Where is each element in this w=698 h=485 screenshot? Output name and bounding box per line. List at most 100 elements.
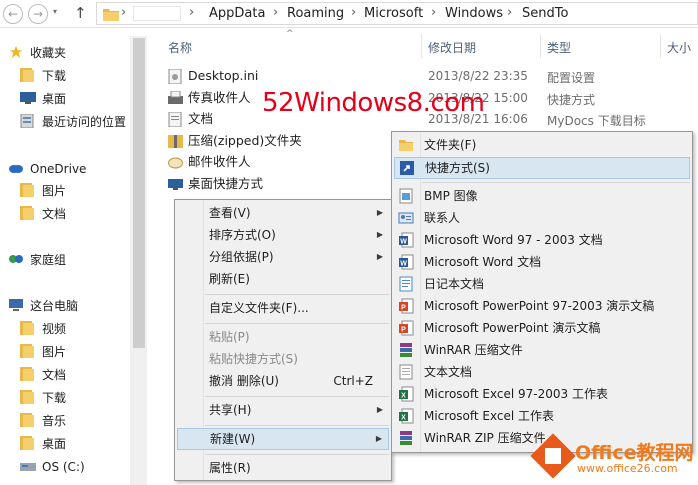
nav-homegroup[interactable]: 家庭组 [8,250,66,270]
forward-button[interactable]: → [28,4,48,24]
menu-item-share[interactable]: 共享(H) ▶ [177,399,389,421]
breadcrumb-separator: › [351,5,357,20]
submenu-arrow-icon: ▶ [376,230,383,239]
nav-item-label: 视频 [42,322,67,336]
menu-item-paste-shortcut[interactable]: 粘贴快捷方式(S) [177,348,389,370]
nav-this-pc[interactable]: 这台电脑 [8,296,78,316]
nav-music[interactable]: 音乐 [20,411,66,431]
submenu-item-powerpoint-97[interactable]: P Microsoft PowerPoint 97-2003 演示文稿 [394,295,690,317]
homegroup-icon [9,255,23,263]
column-header-name[interactable]: 名称 [168,39,192,56]
submenu-item-contact[interactable]: 联系人 [394,207,690,229]
column-header-type[interactable]: 类型 [547,39,571,56]
navigation-scrollbar-thumb[interactable] [133,38,145,348]
powerpoint-icon: P [399,320,414,336]
winrar-zip-icon [400,431,412,445]
folder-icon [20,321,34,335]
column-divider[interactable] [421,34,422,58]
nav-onedrive-pictures[interactable]: 图片 [20,181,66,201]
breadcrumb-windows[interactable]: Windows [445,6,503,21]
column-header-date[interactable]: 修改日期 [428,39,476,56]
menu-separator [205,323,389,324]
menu-item-label: 新建(W) [210,432,256,446]
nav-pictures[interactable]: 图片 [20,342,66,362]
submenu-item-label: 文件夹(F) [424,138,477,152]
submenu-item-bmp[interactable]: BMP 图像 [394,185,690,207]
menu-item-sort-by[interactable]: 排序方式(O) ▶ [177,224,389,246]
submenu-item-winrar[interactable]: WinRAR 压缩文件 [394,339,690,361]
up-button[interactable]: ↑ [74,4,87,22]
svg-text:P: P [401,305,406,312]
menu-item-customize-folder[interactable]: 自定义文件夹(F)... [177,297,389,319]
nav-item-label: 图片 [42,184,67,198]
back-button[interactable]: ← [3,4,23,24]
submenu-item-excel-97[interactable]: X Microsoft Excel 97-2003 工作表 [394,383,690,405]
breadcrumb-roaming[interactable]: Roaming [287,6,344,21]
submenu-arrow-icon: ▶ [376,252,383,261]
menu-item-new[interactable]: 新建(W) ▶ [177,428,389,450]
menu-separator [205,425,389,426]
mail-icon [168,157,183,169]
svg-text:P: P [401,327,406,334]
menu-item-label: 撤消 删除(U) [209,374,279,388]
nav-recent-places[interactable]: 最近访问的位置 [20,112,126,132]
navigation-pane: 收藏夹 下载 桌面 最近访问的位置 OneDrive 图片 文档 家庭组 这台电… [0,34,148,485]
nav-downloads[interactable]: 下载 [20,66,66,86]
nav-item-label: OneDrive [30,162,87,176]
submenu-item-word-97[interactable]: W Microsoft Word 97 - 2003 文档 [394,229,690,251]
submenu-item-word[interactable]: W Microsoft Word 文档 [394,251,690,273]
breadcrumb-sendto[interactable]: SendTo [522,6,568,21]
submenu-item-journal[interactable]: 日记本文档 [394,273,690,295]
file-name: 邮件收件人 [188,154,251,169]
folder-icon [20,413,34,427]
nav-pc-downloads[interactable]: 下载 [20,388,66,408]
nav-onedrive-documents[interactable]: 文档 [20,204,66,224]
nav-item-label: 家庭组 [30,253,67,267]
submenu-item-shortcut[interactable]: 快捷方式(S) [394,157,690,179]
folder-icon [20,344,34,358]
svg-text:W: W [400,261,407,268]
nav-drive-c[interactable]: OS (C:) [20,457,85,477]
nav-item-label: 文档 [42,207,67,221]
contact-icon [398,212,414,224]
submenu-item-label: BMP 图像 [424,189,478,203]
file-type: 快捷方式 [547,93,596,107]
office-logo-icon-inner [545,448,561,464]
column-divider[interactable] [660,34,661,58]
breadcrumb-appdata[interactable]: AppData [209,6,265,21]
menu-item-view[interactable]: 查看(V) ▶ [177,202,389,224]
column-header-size[interactable]: 大小 [667,39,691,56]
nav-videos[interactable]: 视频 [20,319,66,339]
menu-item-undo-delete[interactable]: 撤消 删除(U) Ctrl+Z [177,370,389,392]
column-divider[interactable] [540,34,541,58]
file-name: 桌面快捷方式 [188,176,264,191]
star-icon [9,45,23,59]
submenu-item-text[interactable]: 文本文档 [394,361,690,383]
nav-pc-desktop[interactable]: 桌面 [20,434,66,454]
breadcrumb[interactable]: › › AppData › Roaming › Microsoft › Wind… [96,2,698,25]
menu-item-paste[interactable]: 粘贴(P) [177,326,389,348]
submenu-item-folder[interactable]: 文件夹(F) [394,134,690,156]
submenu-item-label: Microsoft PowerPoint 演示文稿 [424,321,601,335]
file-type: MyDocs 下载目标 [547,114,646,128]
menu-item-refresh[interactable]: 刷新(E) [177,268,389,290]
breadcrumb-separator: › [507,5,513,20]
text-file-icon [399,364,413,380]
nav-item-label: OS (C:) [42,460,85,474]
menu-item-properties[interactable]: 属性(R) [177,457,389,479]
nav-item-label: 桌面 [42,92,67,106]
nav-documents[interactable]: 文档 [20,365,66,385]
folder-icon [20,183,34,197]
menu-item-group-by[interactable]: 分组依据(P) ▶ [177,246,389,268]
nav-desktop[interactable]: 桌面 [20,89,66,109]
menu-item-label: 查看(V) [209,206,251,220]
recent-locations-dropdown[interactable]: ▾ [53,7,57,16]
submenu-item-excel[interactable]: X Microsoft Excel 工作表 [394,405,690,427]
submenu-item-powerpoint[interactable]: P Microsoft PowerPoint 演示文稿 [394,317,690,339]
computer-icon [9,299,23,311]
nav-onedrive[interactable]: OneDrive [8,159,86,179]
nav-favorites[interactable]: 收藏夹 [8,43,66,63]
breadcrumb-microsoft[interactable]: Microsoft [364,6,423,21]
nav-item-label: 下载 [42,69,67,83]
nav-item-label: 桌面 [42,437,67,451]
